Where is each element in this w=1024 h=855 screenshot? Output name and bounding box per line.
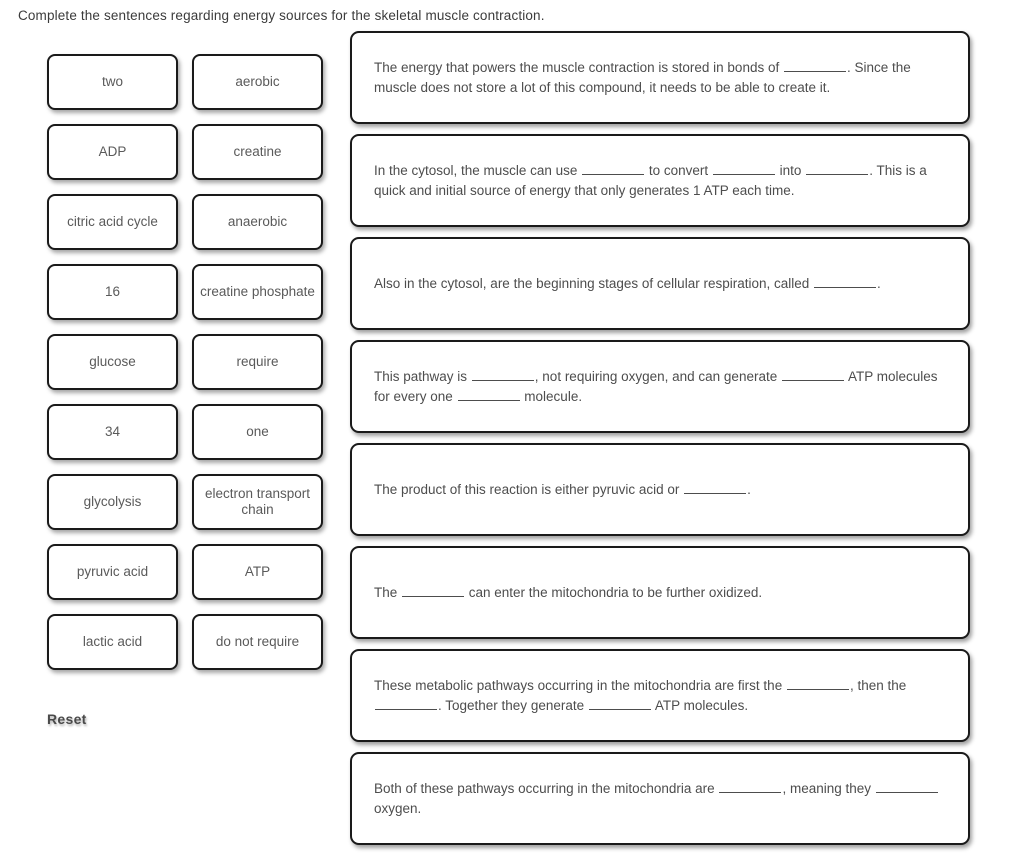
sentence-fragment: In the cytosol, the muscle can use xyxy=(374,162,582,178)
answer-blank-3-1[interactable] xyxy=(814,274,877,288)
draggable-tile-glucose[interactable]: glucose xyxy=(47,334,178,390)
draggable-tile-aerobic[interactable]: aerobic xyxy=(192,54,323,110)
answer-blank-8-2[interactable] xyxy=(875,779,938,793)
tile-row: two aerobic xyxy=(47,54,324,124)
sentence-list: The energy that powers the muscle contra… xyxy=(350,31,970,855)
sentence-fragment: , meaning they xyxy=(782,780,875,796)
page-title: Complete the sentences regarding energy … xyxy=(18,8,545,23)
reset-button[interactable]: Reset xyxy=(47,711,87,727)
sentence-fragment: Also in the cytosol, are the beginning s… xyxy=(374,275,814,291)
answer-blank-2-3[interactable] xyxy=(806,161,869,175)
sentence-text: Both of these pathways occurring in the … xyxy=(374,779,946,819)
sentence-drop-box-6[interactable]: The can enter the mitochondria to be fur… xyxy=(350,546,970,639)
draggable-tile-do-not-require[interactable]: do not require xyxy=(192,614,323,670)
sentence-fragment: The product of this reaction is either p… xyxy=(374,481,684,497)
sentence-fragment: Both of these pathways occurring in the … xyxy=(374,780,719,796)
answer-blank-4-3[interactable] xyxy=(457,387,520,401)
answer-blank-8-1[interactable] xyxy=(719,779,782,793)
draggable-tile-34[interactable]: 34 xyxy=(47,404,178,460)
draggable-tile-anaerobic[interactable]: anaerobic xyxy=(192,194,323,250)
sentence-fragment: The energy that powers the muscle contra… xyxy=(374,59,783,75)
sentence-text: The can enter the mitochondria to be fur… xyxy=(374,583,946,603)
answer-blank-2-2[interactable] xyxy=(712,161,775,175)
draggable-tile-creatine-phosphate[interactable]: creatine phosphate xyxy=(192,264,323,320)
tile-row: glycolysis electron transport chain xyxy=(47,474,324,544)
sentence-fragment: ATP molecules. xyxy=(651,697,749,713)
sentence-fragment: , not requiring oxygen, and can generate xyxy=(534,368,781,384)
sentence-text: Also in the cytosol, are the beginning s… xyxy=(374,274,946,294)
sentence-fragment: . Together they generate xyxy=(438,697,588,713)
tile-row: ADP creatine xyxy=(47,124,324,194)
answer-blank-7-2[interactable] xyxy=(375,696,437,710)
answer-blank-7-1[interactable] xyxy=(786,676,849,690)
tile-row: lactic acid do not require xyxy=(47,614,324,684)
answer-blank-4-2[interactable] xyxy=(781,367,844,381)
sentence-drop-box-7[interactable]: These metabolic pathways occurring in th… xyxy=(350,649,970,742)
sentence-drop-box-2[interactable]: In the cytosol, the muscle can use to co… xyxy=(350,134,970,227)
answer-blank-6-1[interactable] xyxy=(402,583,465,597)
answer-blank-4-1[interactable] xyxy=(471,367,534,381)
sentence-drop-box-5[interactable]: The product of this reaction is either p… xyxy=(350,443,970,536)
sentence-text: These metabolic pathways occurring in th… xyxy=(374,676,946,716)
draggable-tile-creatine[interactable]: creatine xyxy=(192,124,323,180)
tile-row: glucose require xyxy=(47,334,324,404)
sentence-fragment: These metabolic pathways occurring in th… xyxy=(374,677,786,693)
sentence-fragment: molecule. xyxy=(520,388,583,404)
sentence-fragment: oxygen. xyxy=(374,800,422,816)
tile-row: 16 creatine phosphate xyxy=(47,264,324,334)
sentence-fragment: The xyxy=(374,584,402,600)
sentence-fragment: to convert xyxy=(645,162,712,178)
sentence-drop-box-3[interactable]: Also in the cytosol, are the beginning s… xyxy=(350,237,970,330)
draggable-tile-pyruvic-acid[interactable]: pyruvic acid xyxy=(47,544,178,600)
sentence-text: In the cytosol, the muscle can use to co… xyxy=(374,161,946,201)
draggable-tile-require[interactable]: require xyxy=(192,334,323,390)
answer-blank-2-1[interactable] xyxy=(582,161,645,175)
sentence-drop-box-1[interactable]: The energy that powers the muscle contra… xyxy=(350,31,970,124)
draggable-tile-citric-acid-cycle[interactable]: citric acid cycle xyxy=(47,194,178,250)
draggable-tile-electron-transport-chain[interactable]: electron transport chain xyxy=(192,474,323,530)
draggable-tile-16[interactable]: 16 xyxy=(47,264,178,320)
answer-blank-1-1[interactable] xyxy=(783,58,846,72)
sentence-fragment: This pathway is xyxy=(374,368,471,384)
sentence-drop-box-4[interactable]: This pathway is , not requiring oxygen, … xyxy=(350,340,970,433)
sentence-text: This pathway is , not requiring oxygen, … xyxy=(374,367,946,407)
draggable-tile-atp[interactable]: ATP xyxy=(192,544,323,600)
tile-row: pyruvic acid ATP xyxy=(47,544,324,614)
draggable-tile-adp[interactable]: ADP xyxy=(47,124,178,180)
tile-row: citric acid cycle anaerobic xyxy=(47,194,324,264)
sentence-drop-box-8[interactable]: Both of these pathways occurring in the … xyxy=(350,752,970,845)
draggable-tile-glycolysis[interactable]: glycolysis xyxy=(47,474,178,530)
draggable-tile-lactic-acid[interactable]: lactic acid xyxy=(47,614,178,670)
sentence-fragment: , then the xyxy=(849,677,907,693)
answer-blank-7-3[interactable] xyxy=(588,696,651,710)
sentence-text: The product of this reaction is either p… xyxy=(374,480,946,500)
sentence-fragment: . xyxy=(747,481,751,497)
draggable-tile-one[interactable]: one xyxy=(192,404,323,460)
answer-blank-5-1[interactable] xyxy=(684,480,747,494)
sentence-fragment: into xyxy=(775,162,806,178)
sentence-fragment: can enter the mitochondria to be further… xyxy=(465,584,763,600)
sentence-text: The energy that powers the muscle contra… xyxy=(374,58,946,98)
sentence-fragment: . xyxy=(877,275,881,291)
tile-row: 34 one xyxy=(47,404,324,474)
draggable-tile-pool: two aerobic ADP creatine citric acid cycle an… xyxy=(47,54,324,684)
draggable-tile-two[interactable]: two xyxy=(47,54,178,110)
